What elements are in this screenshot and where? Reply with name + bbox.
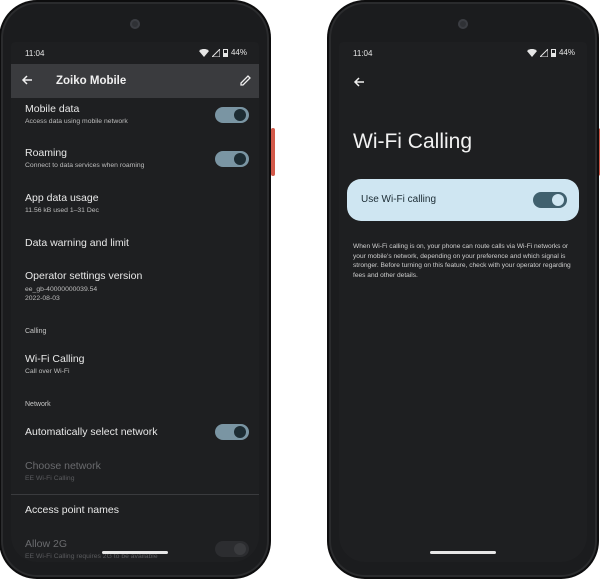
status-time: 11:04 bbox=[25, 49, 45, 58]
signal-icon bbox=[211, 48, 220, 57]
battery-percent: 44% bbox=[558, 48, 575, 57]
auto-select-network-toggle[interactable] bbox=[215, 424, 249, 440]
choose-network-title: Choose network bbox=[25, 460, 101, 472]
edit-pencil-icon[interactable] bbox=[239, 74, 252, 87]
page-title: Zoiko Mobile bbox=[56, 75, 127, 87]
operator-settings-title: Operator settings version bbox=[25, 270, 143, 282]
choose-network-subtitle: EE Wi-Fi Calling bbox=[25, 475, 75, 482]
battery-icon bbox=[550, 48, 556, 57]
toggle-knob bbox=[234, 426, 246, 438]
app-data-usage-subtitle: 11.56 kB used 1–31 Dec bbox=[25, 207, 99, 214]
wifi-calling-subtitle: Call over Wi-Fi bbox=[25, 368, 70, 375]
operator-settings-line1: ee_gb-40000000039.54 bbox=[25, 286, 98, 293]
status-icons: 44% bbox=[198, 48, 247, 57]
status-bar: 11:04 44% bbox=[339, 42, 587, 64]
app-data-usage-row[interactable]: App data usage 11.56 kB used 1–31 Dec bbox=[25, 192, 249, 215]
status-time: 11:04 bbox=[353, 49, 373, 58]
wifi-icon bbox=[526, 48, 537, 57]
toggle-knob bbox=[234, 153, 246, 165]
use-wifi-calling-label: Use Wi-Fi calling bbox=[361, 194, 437, 205]
right-phone: 11:04 44% Wi-Fi Calling Use Wi-Fi callin… bbox=[331, 4, 600, 575]
data-warning-row[interactable]: Data warning and limit bbox=[25, 237, 249, 249]
left-phone: 11:04 44% Zoiko Mobile Mobile data Acces… bbox=[3, 4, 275, 575]
toggle-knob bbox=[234, 109, 246, 121]
front-camera bbox=[130, 19, 140, 29]
wifi-calling-row[interactable]: Wi-Fi Calling Call over Wi-Fi bbox=[25, 353, 249, 376]
access-point-names-title: Access point names bbox=[25, 504, 119, 516]
page-title: Wi-Fi Calling bbox=[353, 130, 473, 153]
data-warning-title: Data warning and limit bbox=[25, 237, 129, 249]
mobile-data-toggle[interactable] bbox=[215, 107, 249, 123]
use-wifi-calling-card[interactable]: Use Wi-Fi calling bbox=[347, 179, 579, 221]
battery-icon bbox=[222, 48, 228, 57]
signal-icon bbox=[539, 48, 548, 57]
battery-percent: 44% bbox=[230, 48, 247, 57]
access-point-names-row[interactable]: Access point names bbox=[25, 504, 249, 516]
status-bar: 11:04 44% bbox=[11, 42, 259, 64]
operator-settings-row[interactable]: Operator settings version ee_gb-40000000… bbox=[25, 270, 249, 303]
power-button bbox=[271, 128, 275, 176]
network-section-header: Network bbox=[25, 401, 51, 408]
gesture-bar[interactable] bbox=[430, 551, 496, 554]
choose-network-row: Choose network EE Wi-Fi Calling bbox=[25, 460, 249, 483]
roaming-toggle[interactable] bbox=[215, 151, 249, 167]
operator-settings-line2: 2022-08-03 bbox=[25, 295, 60, 303]
back-arrow-icon[interactable] bbox=[21, 74, 33, 86]
status-icons: 44% bbox=[526, 48, 575, 57]
app-bar: Zoiko Mobile bbox=[11, 64, 259, 98]
allow-2g-toggle bbox=[215, 541, 249, 557]
back-arrow-icon[interactable] bbox=[353, 76, 365, 88]
toggle-knob bbox=[552, 194, 564, 206]
wifi-calling-title: Wi-Fi Calling bbox=[25, 353, 85, 365]
front-camera bbox=[458, 19, 468, 29]
app-data-usage-title: App data usage bbox=[25, 192, 99, 204]
gesture-bar[interactable] bbox=[102, 551, 168, 554]
right-screen: 11:04 44% Wi-Fi Calling Use Wi-Fi callin… bbox=[339, 42, 587, 562]
left-screen: 11:04 44% Zoiko Mobile Mobile data Acces… bbox=[11, 42, 259, 562]
calling-section-header: Calling bbox=[25, 328, 47, 335]
divider bbox=[11, 494, 259, 495]
toggle-knob bbox=[234, 543, 246, 555]
wifi-icon bbox=[198, 48, 209, 57]
use-wifi-calling-toggle[interactable] bbox=[533, 192, 567, 208]
wifi-calling-description: When Wi-Fi calling is on, your phone can… bbox=[353, 243, 571, 279]
